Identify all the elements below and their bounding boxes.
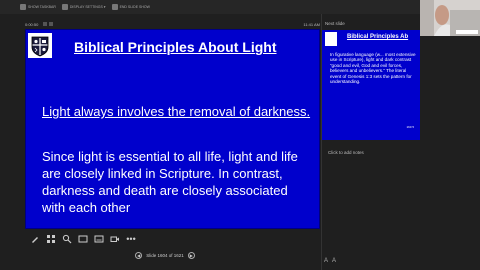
decrease-font-icon[interactable]: A: [332, 258, 336, 264]
pause-timer-icon[interactable]: [43, 22, 47, 26]
speaker-notes[interactable]: Click to add notes: [328, 150, 364, 155]
show-taskbar-button[interactable]: SHOW TASKBAR: [20, 4, 56, 10]
zoom-icon[interactable]: [62, 234, 72, 244]
restart-timer-icon[interactable]: [49, 22, 53, 26]
shield-logo-icon: [325, 32, 337, 46]
slide-tools: •••: [30, 234, 136, 244]
presenter-toolbar: SHOW TASKBAR DISPLAY SETTINGS ▾ END SLID…: [0, 0, 480, 14]
clock: 11:41 AM: [303, 22, 320, 27]
current-slide[interactable]: Biblical Principles About Light Light al…: [25, 29, 320, 229]
slide-body: Since light is essential to all life, li…: [42, 149, 298, 215]
next-slide-button[interactable]: ▶: [187, 251, 195, 259]
increase-font-icon[interactable]: A: [324, 258, 328, 264]
slide-counter[interactable]: Slide 1604 of 1621: [146, 253, 184, 258]
end-slide-show-button[interactable]: END SLIDE SHOW: [111, 4, 150, 10]
notes-font-controls: A A: [324, 258, 336, 264]
more-options-icon[interactable]: •••: [126, 234, 136, 244]
grid-view-icon[interactable]: [46, 234, 56, 244]
slide-subtitle: Light always involves the removal of dar…: [42, 104, 311, 119]
pen-icon[interactable]: [30, 234, 40, 244]
camera-icon[interactable]: [110, 234, 120, 244]
next-slide-number: 160 5: [406, 125, 414, 129]
next-slide-preview[interactable]: Biblical Principles Ab In figurative lan…: [322, 30, 420, 140]
next-slide-body: In figurative language (w... most extens…: [330, 52, 416, 85]
slide-navigation: ◀ Slide 1604 of 1621 ▶: [120, 249, 210, 261]
slide-title: Biblical Principles About Light: [74, 39, 277, 55]
shield-logo-icon: [28, 33, 52, 58]
elapsed-timer: 0:00:50: [25, 22, 39, 27]
end-show-icon: [111, 4, 118, 10]
black-screen-icon[interactable]: [78, 234, 88, 244]
next-slide-title: Biblical Principles Ab: [347, 34, 409, 40]
display-settings-button[interactable]: DISPLAY SETTINGS ▾: [61, 4, 106, 10]
next-slide-label: Next slide: [325, 21, 345, 26]
subtitles-icon[interactable]: [94, 234, 104, 244]
taskbar-icon: [20, 4, 26, 10]
previous-slide-button[interactable]: ◀: [135, 251, 143, 259]
display-icon: [61, 4, 68, 10]
presenter-webcam: [420, 0, 480, 36]
